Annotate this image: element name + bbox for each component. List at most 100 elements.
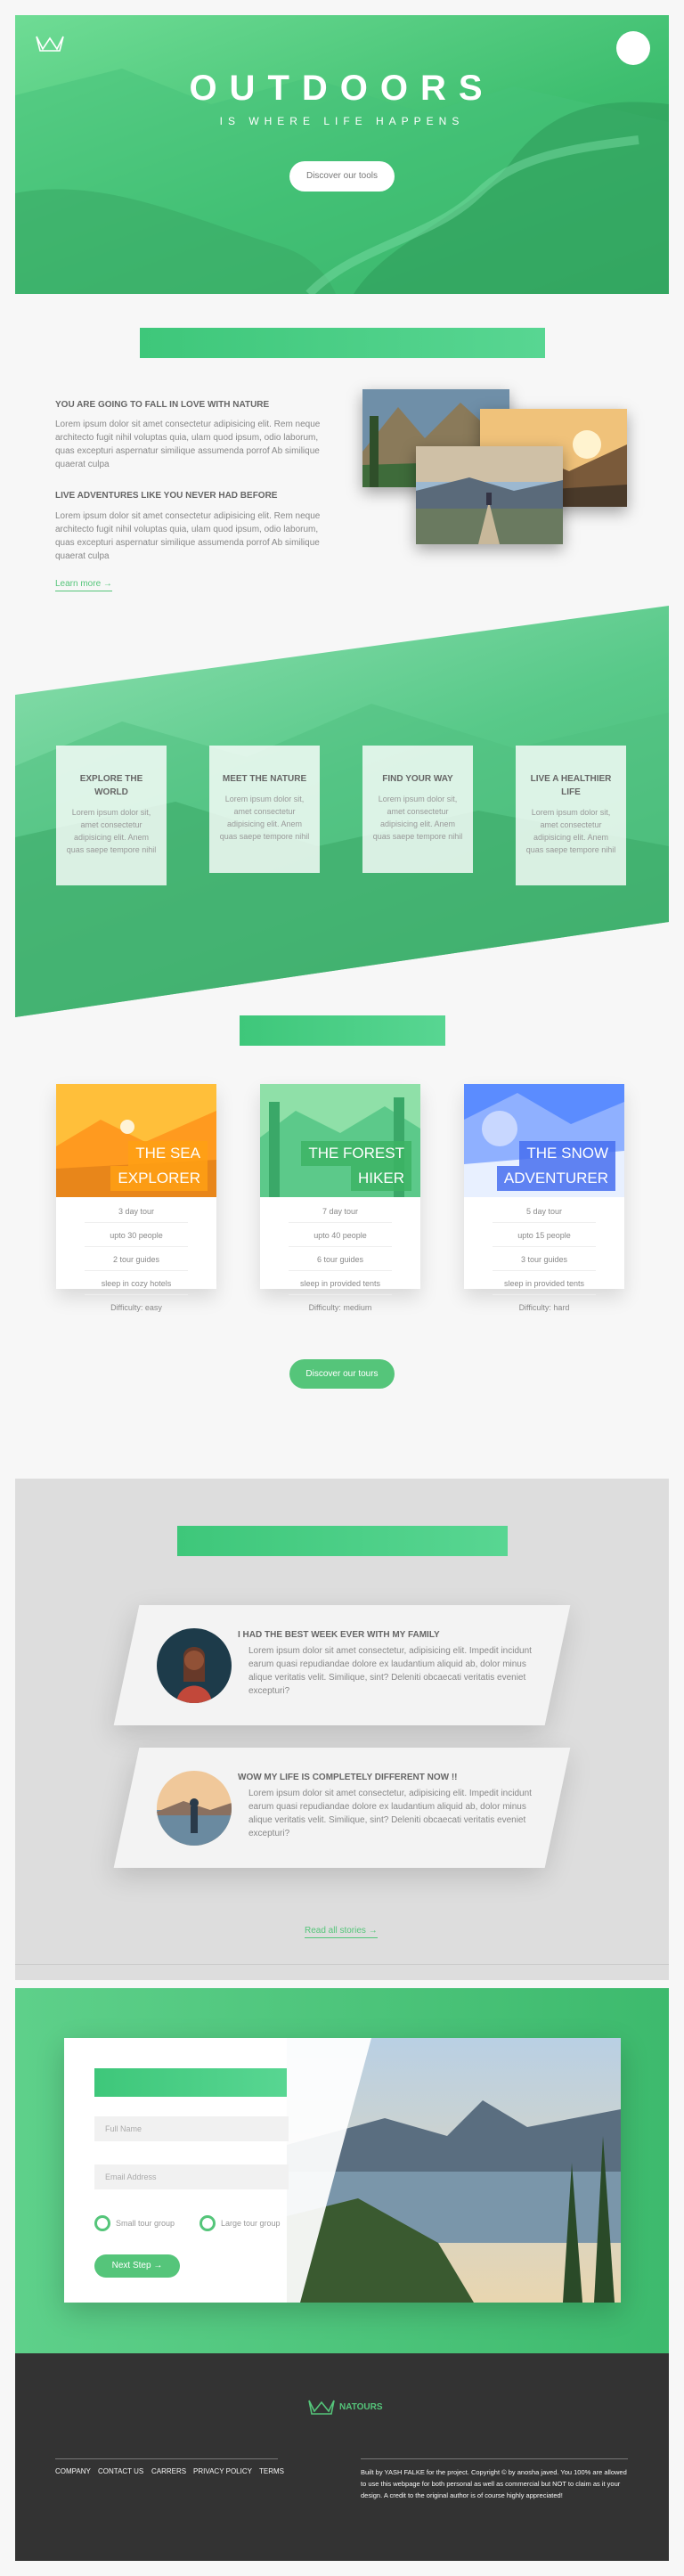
story-heading-2: WOW MY LIFE IS COMPLETELY DIFFERENT NOW … xyxy=(238,1773,458,1782)
tour-detail: Difficulty: easy xyxy=(110,1303,162,1312)
features-section: EXPLORE THE WORLD Lorem ipsum dolor sit,… xyxy=(15,606,669,1017)
next-step-button[interactable]: Next Step → xyxy=(94,2254,180,2278)
divider xyxy=(289,1294,392,1295)
story-text-1: Lorem ipsum dolor sit amet consectetur, … xyxy=(248,1646,532,1696)
feature-title: EXPLORE THE WORLD xyxy=(79,774,143,797)
feature-title: LIVE A HEALTHIER LIFE xyxy=(530,774,612,797)
divider xyxy=(493,1270,596,1271)
small-group-label: Small tour group xyxy=(116,2219,175,2228)
tour-detail: 5 day tour xyxy=(525,1207,563,1216)
story-avatar-1 xyxy=(157,1628,232,1703)
tour-card-2[interactable]: THE FOREST HIKER 7 day tour upto 40 peop… xyxy=(260,1084,420,1312)
tour-detail: sleep in provided tents xyxy=(503,1279,585,1288)
tour-detail: upto 40 people xyxy=(314,1231,367,1240)
divider xyxy=(85,1246,188,1247)
divider xyxy=(85,1222,188,1223)
page: OUTDOORS IS WHERE LIFE HAPPENS Discover … xyxy=(15,15,669,2561)
tour-image: THE FOREST HIKER xyxy=(260,1084,420,1197)
tour-detail: 7 day tour xyxy=(322,1207,359,1216)
tour-title-line1: THE FOREST xyxy=(301,1141,411,1166)
stories-heading-bar xyxy=(177,1526,508,1556)
about-photo-3[interactable] xyxy=(416,446,563,544)
story-avatar-2 xyxy=(157,1771,232,1846)
full-name-input[interactable]: Full Name xyxy=(94,2116,289,2141)
tour-detail: 2 tour guides xyxy=(112,1255,160,1264)
footer-link-careers[interactable]: CARRERS xyxy=(151,2467,186,2475)
tour-detail: 3 day tour xyxy=(118,1207,155,1216)
about-heading-bar xyxy=(140,328,545,358)
progress-track xyxy=(15,1964,669,1965)
stories-section: I HAD THE BEST WEEK EVER WITH MY FAMILY … xyxy=(15,1479,669,1980)
tour-detail: 6 tour guides xyxy=(316,1255,364,1264)
tour-detail: sleep in provided tents xyxy=(299,1279,381,1288)
feature-title: MEET THE NATURE xyxy=(222,774,307,784)
feature-title: FIND YOUR WAY xyxy=(382,774,453,784)
footer-link-contact[interactable]: CONTACT US xyxy=(98,2467,143,2475)
tours-heading-bar xyxy=(240,1015,445,1046)
footer-link-terms[interactable]: TERMS xyxy=(259,2467,284,2475)
feature-card-3: FIND YOUR WAY Lorem ipsum dolor sit, ame… xyxy=(362,746,473,873)
divider xyxy=(85,1270,188,1271)
tour-title: THE FOREST HIKER xyxy=(301,1141,411,1191)
booking-card: Full Name Email Address Small tour group… xyxy=(64,2038,621,2303)
story-heading-1: I HAD THE BEST WEEK EVER WITH MY FAMILY xyxy=(238,1630,440,1640)
footer-link-privacy[interactable]: PRIVACY POLICY xyxy=(193,2467,252,2475)
hero-header: OUTDOORS IS WHERE LIFE HAPPENS Discover … xyxy=(15,15,669,294)
divider xyxy=(493,1294,596,1295)
feature-card-4: LIVE A HEALTHIER LIFE Lorem ipsum dolor … xyxy=(516,746,626,885)
hero-landscape xyxy=(15,69,669,294)
divider xyxy=(289,1270,392,1271)
tour-title-line1: THE SEA xyxy=(128,1141,208,1166)
tour-title-line2: EXPLORER xyxy=(110,1166,208,1191)
about-text-2: Lorem ipsum dolor sit amet consectetur a… xyxy=(55,511,321,561)
tour-image: THE SNOW ADVENTURER xyxy=(464,1084,624,1197)
about-heading-2: LIVE ADVENTURES LIKE YOU NEVER HAD BEFOR… xyxy=(55,491,278,501)
email-input[interactable]: Email Address xyxy=(94,2164,289,2189)
tour-detail: Difficulty: hard xyxy=(518,1303,570,1312)
divider xyxy=(289,1246,392,1247)
read-all-stories-link[interactable]: Read all stories → xyxy=(305,1926,378,1938)
divider xyxy=(85,1294,188,1295)
small-group-radio[interactable] xyxy=(94,2215,110,2231)
hero-subtitle: IS WHERE LIFE HAPPENS xyxy=(219,115,465,127)
tour-card-1[interactable]: THE SEA EXPLORER 3 day tour upto 30 peop… xyxy=(56,1084,216,1312)
divider xyxy=(493,1246,596,1247)
lake-photo-icon xyxy=(416,446,563,544)
tour-detail: upto 30 people xyxy=(110,1231,163,1240)
divider xyxy=(493,1222,596,1223)
hero-title: OUTDOORS xyxy=(189,69,495,108)
feature-card-1: EXPLORE THE WORLD Lorem ipsum dolor sit,… xyxy=(56,746,167,885)
tour-detail: Difficulty: medium xyxy=(308,1303,372,1312)
booking-heading-bar xyxy=(94,2068,287,2097)
tour-image: THE SEA EXPLORER xyxy=(56,1084,216,1197)
tour-detail: upto 15 people xyxy=(517,1231,571,1240)
feature-card-2: MEET THE NATURE Lorem ipsum dolor sit, a… xyxy=(209,746,320,873)
tour-title: THE SNOW ADVENTURER xyxy=(496,1141,615,1191)
footer-divider-right xyxy=(361,2458,628,2459)
divider xyxy=(289,1222,392,1223)
footer: NATOURS COMPANY CONTACT US CARRERS PRIVA… xyxy=(15,2353,669,2561)
footer-logo-icon[interactable] xyxy=(307,2398,336,2420)
tour-title-line2: ADVENTURER xyxy=(496,1166,615,1191)
discover-tours-button[interactable]: Discover our tours xyxy=(289,1359,395,1389)
feature-text: Lorem ipsum dolor sit, amet consectetur … xyxy=(219,795,310,841)
footer-copyright: Built by YASH FALKE for the project. Cop… xyxy=(361,2468,627,2499)
tour-card-3[interactable]: THE SNOW ADVENTURER 5 day tour upto 15 p… xyxy=(464,1084,624,1312)
tour-title-line2: HIKER xyxy=(351,1166,411,1191)
learn-more-link[interactable]: Learn more → xyxy=(55,579,112,591)
discover-tools-button[interactable]: Discover our tools xyxy=(289,161,395,192)
large-group-label: Large tour group xyxy=(221,2219,281,2228)
tour-detail: 3 tour guides xyxy=(520,1255,568,1264)
booking-section: Full Name Email Address Small tour group… xyxy=(15,1988,669,2353)
navigation-button[interactable] xyxy=(616,31,650,65)
story-text-2: Lorem ipsum dolor sit amet consectetur, … xyxy=(248,1789,532,1838)
large-group-radio[interactable] xyxy=(200,2215,216,2231)
tour-title-line1: THE SNOW xyxy=(519,1141,615,1166)
footer-divider-left xyxy=(55,2458,278,2459)
feature-text: Lorem ipsum dolor sit, amet consectetur … xyxy=(372,795,463,841)
footer-link-company[interactable]: COMPANY xyxy=(55,2467,91,2475)
about-text-1: Lorem ipsum dolor sit amet consectetur a… xyxy=(55,420,321,469)
logo-icon[interactable] xyxy=(35,33,65,59)
feature-text: Lorem ipsum dolor sit, amet consectetur … xyxy=(525,808,616,854)
tour-title: THE SEA EXPLORER xyxy=(110,1141,208,1191)
